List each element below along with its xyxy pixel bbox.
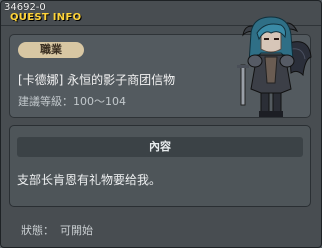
quest-npc-name: [卡德娜] 永恒的影子商团信物	[18, 73, 176, 87]
quest-info-window: 34692-0 QUEST INFO 職業 [卡德娜] 永恒的影子商团信物 建議…	[0, 0, 322, 248]
recommended-level-label: 建議等級：	[18, 95, 73, 108]
quest-content-panel: 內容 支部长肯恩有礼物要给我。	[9, 125, 311, 207]
quest-status: 狀態： 可開始	[21, 222, 93, 238]
status-label: 狀態：	[21, 224, 54, 237]
window-title: QUEST INFO	[10, 12, 82, 23]
status-value: 可開始	[60, 224, 93, 237]
recommended-level: 建議等級：100～104	[18, 93, 126, 109]
demon-npc-portrait-icon	[231, 13, 313, 121]
content-header: 內容	[17, 137, 303, 157]
job-tag: 職業	[18, 42, 84, 58]
recommended-level-range: 100～104	[73, 95, 126, 108]
quest-content-text: 支部长肯恩有礼物要给我。	[17, 173, 162, 187]
